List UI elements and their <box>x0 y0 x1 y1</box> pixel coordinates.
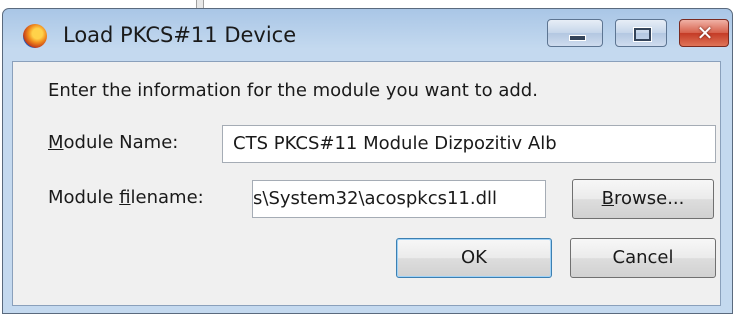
close-button[interactable]: ✕ <box>679 19 729 47</box>
module-filename-label-text: ilename: <box>130 187 204 208</box>
firefox-icon <box>23 24 47 48</box>
module-filename-label: Module filename: <box>48 187 204 208</box>
browse-button-accelerator: B <box>601 188 614 209</box>
module-filename-label-prefix: Module <box>48 187 120 208</box>
module-filename-label-accelerator: f <box>119 187 131 208</box>
title-bar[interactable]: Load PKCS#11 Device ✕ <box>3 9 732 61</box>
module-name-label: Module Name: <box>48 132 178 153</box>
module-name-label-accelerator: M <box>48 132 64 153</box>
load-pkcs11-device-dialog: Load PKCS#11 Device ✕ Enter the informat… <box>2 8 733 314</box>
maximize-icon <box>633 27 652 42</box>
screen: Load PKCS#11 Device ✕ Enter the informat… <box>0 0 735 314</box>
module-filename-input[interactable]: s\System32\acospkcs11.dll <box>252 180 546 218</box>
browse-button[interactable]: Browse... <box>572 179 714 219</box>
window-title: Load PKCS#11 Device <box>63 23 297 47</box>
ok-button[interactable]: OK <box>396 238 552 278</box>
module-name-input[interactable]: CTS PKCS#11 Module Dizpozitiv Alb <box>222 125 716 163</box>
module-name-value: CTS PKCS#11 Module Dizpozitiv Alb <box>233 133 557 154</box>
minimize-button[interactable] <box>547 19 603 47</box>
module-filename-value: s\System32\acospkcs11.dll <box>253 188 498 209</box>
cancel-button[interactable]: Cancel <box>570 238 716 278</box>
dialog-body: Enter the information for the module you… <box>12 61 721 306</box>
maximize-button[interactable] <box>615 19 667 47</box>
minimize-icon <box>569 35 586 41</box>
instructions-text: Enter the information for the module you… <box>48 80 538 101</box>
module-name-label-text: odule Name: <box>63 132 179 153</box>
close-icon: ✕ <box>696 21 714 45</box>
browse-button-label: rowse... <box>614 188 685 209</box>
